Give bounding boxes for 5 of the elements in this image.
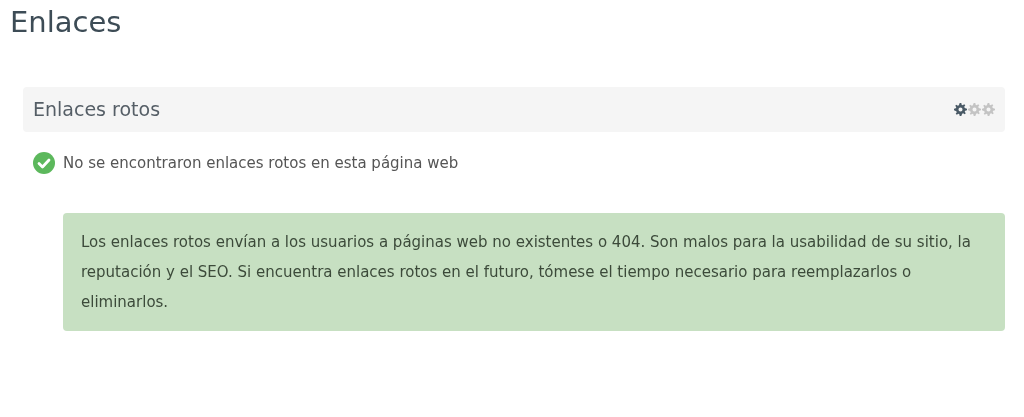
page-title: Enlaces <box>10 4 122 41</box>
panel-title: Enlaces rotos <box>33 97 161 123</box>
info-text: Los enlaces rotos envían a los usuarios a páginas web no existentes o 404. Son malos para la usabilidad de su sitio, la reputación y el SEO. Si encuentra enlaces rotos en el futuro, tómese el tiempo necesario para reemplazarlos o eliminarlos. <box>81 231 972 313</box>
check-circle-icon <box>33 152 55 175</box>
status-message: No se encontraron enlaces rotos en esta página web <box>63 153 459 174</box>
